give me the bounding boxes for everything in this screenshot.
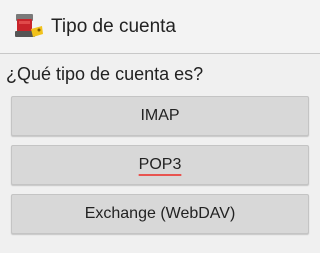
pop3-button[interactable]: POP3 <box>11 145 309 185</box>
exchange-webdav-button-label: Exchange (WebDAV) <box>84 205 236 222</box>
window-title: Tipo de cuenta <box>51 16 176 37</box>
title-bar: Tipo de cuenta <box>0 0 320 54</box>
imap-button-label: IMAP <box>140 107 180 124</box>
exchange-webdav-button[interactable]: Exchange (WebDAV) <box>11 194 309 234</box>
imap-button[interactable]: IMAP <box>11 96 309 136</box>
account-type-question: ¿Qué tipo de cuenta es? <box>6 64 204 84</box>
email-app-icon <box>14 13 44 41</box>
pop3-button-label: POP3 <box>138 156 182 173</box>
